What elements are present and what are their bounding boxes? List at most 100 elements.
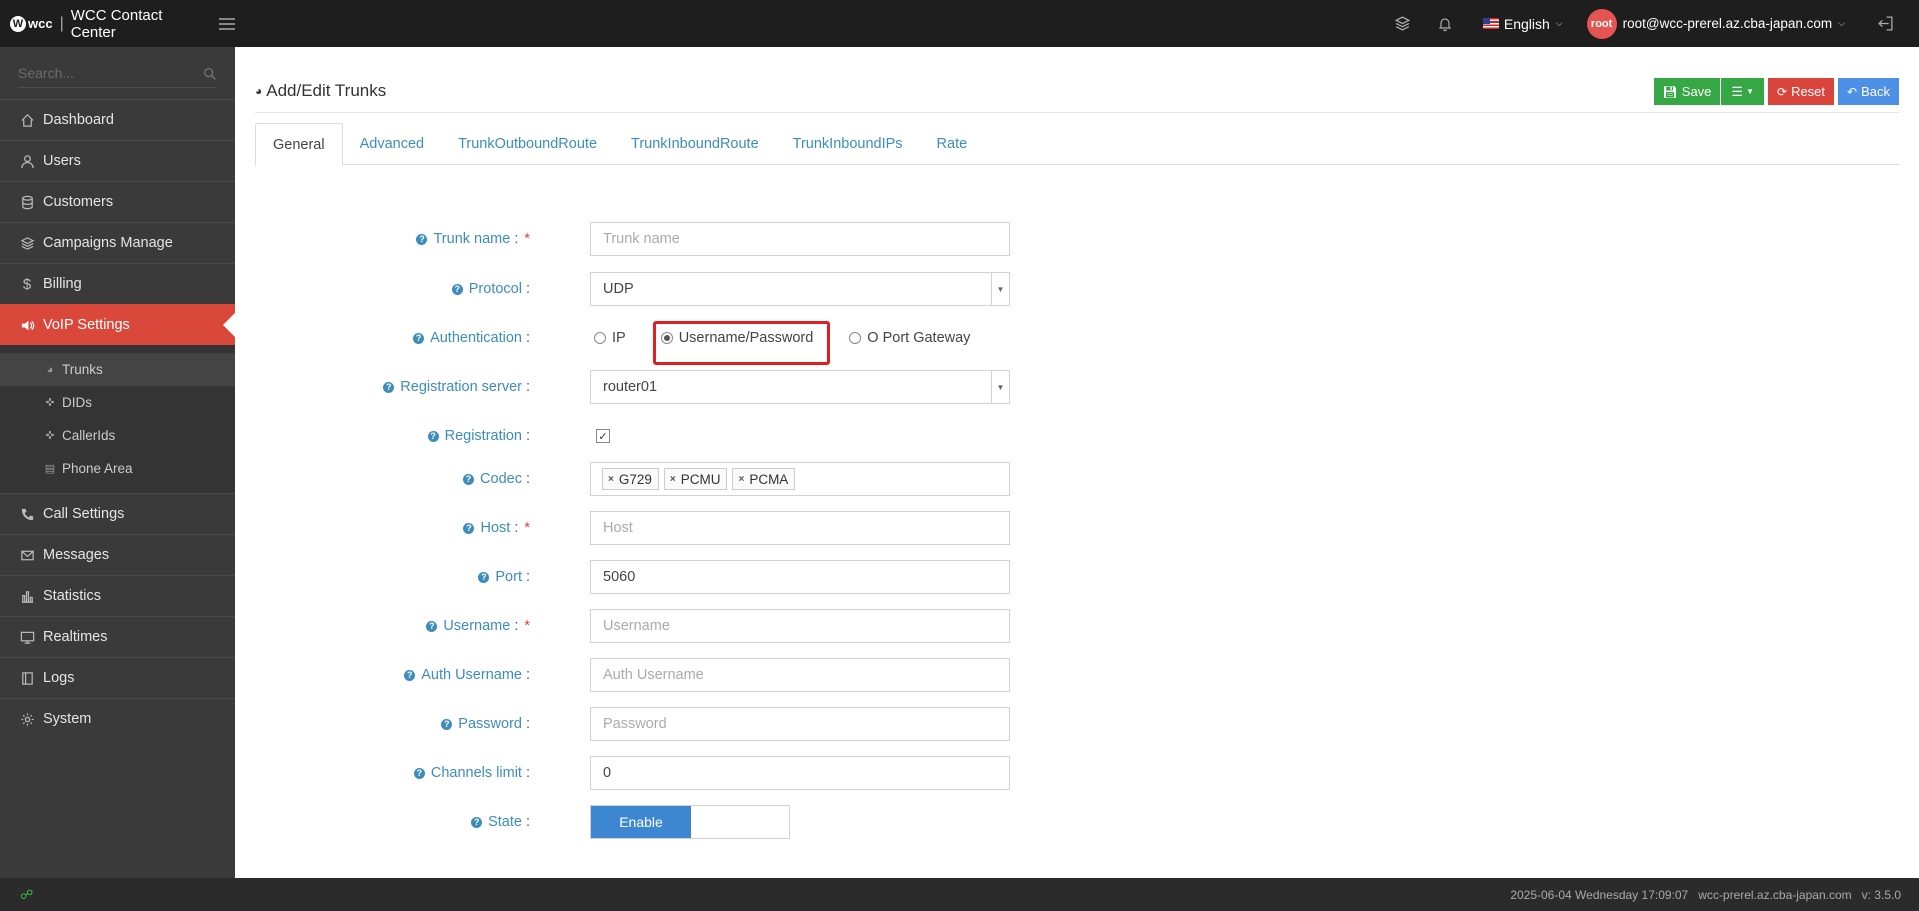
menu-toggle-icon[interactable] <box>219 17 235 30</box>
sidebar-subitem-dids[interactable]: ✜ DIDs <box>0 386 235 419</box>
sidebar-subitem-callerids[interactable]: ✜ CallerIds <box>0 419 235 452</box>
help-icon[interactable]: ? <box>471 816 483 828</box>
dropdown-arrow-icon: ▼ <box>991 273 1009 305</box>
bell-icon[interactable] <box>1435 14 1455 34</box>
help-icon[interactable]: ? <box>404 669 416 681</box>
auth-ip-radio[interactable]: IP <box>594 330 626 346</box>
remove-tag-icon[interactable]: × <box>608 474 614 485</box>
save-button[interactable]: 💾︎ Save <box>1653 78 1721 105</box>
registration-checkbox[interactable]: ✓ <box>596 429 610 443</box>
host-input[interactable] <box>590 511 1010 545</box>
radio-button[interactable] <box>594 332 606 344</box>
page-actions: 💾︎ Save ☰ ▼ ⟳ Reset ↶ Back <box>1650 78 1899 105</box>
tab-trunk-inbound-route[interactable]: TrunkInboundRoute <box>614 123 776 165</box>
auth-username-input[interactable] <box>590 658 1010 692</box>
protocol-select[interactable]: UDP ▼ <box>590 272 1010 306</box>
codec-multiselect[interactable]: × G729 × PCMU × PCMA <box>590 462 1010 496</box>
sidebar-item-label: System <box>43 711 92 727</box>
port-input[interactable] <box>590 560 1010 594</box>
channels-limit-input[interactable] <box>590 756 1010 790</box>
radio-button[interactable] <box>849 332 862 344</box>
remove-tag-icon[interactable]: × <box>670 474 676 485</box>
sidebar-item-label: Customers <box>43 194 114 210</box>
monitor-icon <box>18 630 36 645</box>
sidebar-item-customers[interactable]: Customers <box>0 181 235 222</box>
help-icon[interactable]: ? <box>451 283 463 295</box>
sidebar-item-statistics[interactable]: Statistics <box>0 575 235 616</box>
top-right-controls: English ⌵ root root@wcc-prerel.az.cba-ja… <box>1393 0 1919 47</box>
search-icon[interactable] <box>203 67 217 84</box>
sidebar-item-billing[interactable]: $ Billing <box>0 263 235 304</box>
codec-tag: × PCMA <box>732 468 796 490</box>
sidebar-item-logs[interactable]: Logs <box>0 657 235 698</box>
state-toggle-on[interactable]: Enable <box>591 806 691 838</box>
sidebar-item-campaigns-manage[interactable]: Campaigns Manage <box>0 222 235 263</box>
sidebar-subitem-trunks[interactable]: ◕ Trunks <box>0 353 235 386</box>
logout-icon[interactable] <box>1875 14 1895 34</box>
sidebar-item-dashboard[interactable]: Dashboard <box>0 99 235 140</box>
sidebar-item-realtimes[interactable]: Realtimes <box>0 616 235 657</box>
title-divider <box>255 112 1899 113</box>
sidebar-item-label: Users <box>43 153 81 169</box>
user-menu[interactable]: root root@wcc-prerel.az.cba-japan.com ⌵ <box>1586 8 1845 39</box>
reset-button[interactable]: ⟳ Reset <box>1768 78 1835 105</box>
remove-tag-icon[interactable]: × <box>738 474 744 485</box>
back-button[interactable]: ↶ Back <box>1838 78 1899 105</box>
sidebar-item-users[interactable]: Users <box>0 140 235 181</box>
layers-icon[interactable] <box>1393 14 1413 34</box>
sidebar-search-input[interactable] <box>18 58 217 88</box>
tab-trunk-outbound-route[interactable]: TrunkOutboundRoute <box>441 123 614 165</box>
help-icon[interactable]: ? <box>413 767 425 779</box>
footer-version: v: 3.5.0 <box>1861 887 1901 902</box>
radio-button-selected[interactable] <box>660 332 673 344</box>
tab-advanced[interactable]: Advanced <box>343 123 442 165</box>
help-icon[interactable]: ? <box>463 522 475 534</box>
tab-general[interactable]: General <box>255 123 343 166</box>
save-options-dropdown[interactable]: ☰ ▼ <box>1721 78 1764 105</box>
sidebar-subitem-label: CallerIds <box>62 428 116 443</box>
sidebar-item-label: Logs <box>43 670 75 686</box>
reset-button-label: Reset <box>1791 84 1826 99</box>
help-icon[interactable]: ? <box>427 430 439 442</box>
tab-trunk-inbound-ips[interactable]: TrunkInboundIPs <box>776 123 920 165</box>
crosshair-icon: ✜ <box>45 397 55 409</box>
form-row-protocol: ? Protocol: UDP ▼ <box>235 272 1010 306</box>
sidebar-item-call-settings[interactable]: Call Settings <box>0 493 235 534</box>
form-row-authentication: ? Authentication: IP Username/Password O… <box>235 321 970 365</box>
sidebar-item-label: Campaigns Manage <box>43 235 173 251</box>
registration-server-select[interactable]: router01 ▼ <box>590 370 1010 404</box>
username-label: ? Username: * <box>426 609 530 643</box>
sidebar-subitem-label: Trunks <box>62 362 103 377</box>
auth-o-port-gateway-radio[interactable]: O Port Gateway <box>849 330 970 346</box>
voip-submenu: ◕ Trunks ✜ DIDs ✜ CallerIds ▤ Phone Area <box>0 345 235 493</box>
form-row-host: ? Host: * <box>235 511 1010 545</box>
sidebar-item-voip-settings[interactable]: VoIP Settings <box>0 304 235 345</box>
tab-rate[interactable]: Rate <box>920 123 985 165</box>
auth-username-password-radio[interactable]: Username/Password <box>652 321 830 365</box>
wcc-logo[interactable]: W wcc <box>10 15 53 32</box>
avatar: root <box>1586 8 1617 39</box>
trunk-name-input[interactable] <box>590 222 1010 256</box>
username-input[interactable] <box>590 609 1010 643</box>
page-title: ◕ Add/Edit Trunks <box>255 81 386 101</box>
form-row-registration-server: ? Registration server: router01 ▼ <box>235 370 1010 404</box>
registration-server-label: ? Registration server: <box>383 370 530 404</box>
help-icon[interactable]: ? <box>416 233 428 245</box>
help-icon[interactable]: ? <box>441 718 453 730</box>
password-input[interactable] <box>590 707 1010 741</box>
help-icon[interactable]: ? <box>463 473 475 485</box>
sidebar-item-system[interactable]: System <box>0 698 235 739</box>
sidebar-subitem-phone-area[interactable]: ▤ Phone Area <box>0 452 235 485</box>
language-selector[interactable]: English ⌵ <box>1482 16 1563 32</box>
port-label: ? Port: <box>478 560 530 594</box>
gear-icon <box>18 712 36 727</box>
help-icon[interactable]: ? <box>383 381 395 393</box>
required-marker: * <box>524 618 530 634</box>
sidebar-item-messages[interactable]: Messages <box>0 534 235 575</box>
sidebar: Dashboard Users Customers Campaigns Mana… <box>0 47 235 878</box>
help-icon[interactable]: ? <box>478 571 490 583</box>
layers-icon <box>18 236 36 251</box>
state-toggle[interactable]: Enable <box>590 805 790 839</box>
help-icon[interactable]: ? <box>413 332 425 344</box>
help-icon[interactable]: ? <box>426 620 438 632</box>
